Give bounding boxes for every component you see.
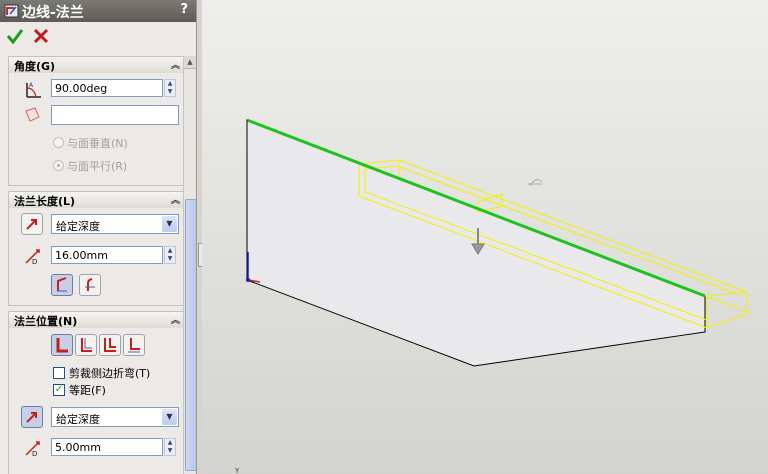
scroll-up-arrow-icon[interactable]: ▲ [184,56,196,69]
reverse-direction-button[interactable] [21,213,43,235]
offset-reverse-direction-button[interactable] [21,406,43,428]
flange-position-header[interactable]: 法兰位置(N) ︽ [9,312,183,328]
outer-virtual-sharp-button[interactable] [51,274,73,296]
inner-virtual-sharp-button[interactable] [79,274,101,296]
svg-text:D: D [32,450,37,458]
offset-end-condition-select[interactable]: 给定深度 ▼ [51,407,179,427]
collapse-icon[interactable]: ︽ [171,58,180,71]
angle-spinner[interactable]: ▲ ▼ [164,79,176,97]
parallel-radio[interactable] [53,160,64,171]
length-dimension-icon: D [25,249,40,266]
pm-title: 边线-法兰 [22,5,84,21]
angle-group-header[interactable]: 角度(G) ︽ [9,57,183,73]
model-view[interactable]: Y [202,0,768,474]
angle-group: 角度(G) ︽ A 90.00deg ▲ ▼ 与面垂直(N) 与面平行(R) [8,56,184,186]
collapse-icon[interactable]: ︽ [171,193,180,206]
graphics-viewport[interactable]: Y [202,0,768,474]
length-spinner[interactable]: ▲ ▼ [164,246,176,264]
angle-input[interactable]: 90.00deg [51,79,163,97]
inner-virtual-sharp-icon [85,278,95,291]
perpendicular-radio[interactable] [53,137,64,148]
reference-face-field[interactable] [51,105,179,125]
offset-end-condition-value: 给定深度 [56,413,100,426]
position-virtual-sharp-button[interactable] [123,334,145,356]
pm-title-bar: 边线-法兰 ? [0,0,196,22]
offset-checkbox[interactable]: ✓ [53,384,65,396]
length-input[interactable]: 16.00mm [51,246,163,264]
dropdown-arrow-icon[interactable]: ▼ [162,216,177,232]
outer-virtual-sharp-icon [57,277,67,292]
offset-distance-spinner[interactable]: ▲ ▼ [164,438,176,456]
edge-flange-icon [4,4,19,18]
parallel-label: 与面平行(R) [67,160,128,173]
trim-side-bends-checkbox[interactable] [53,367,65,379]
trim-side-bends-label: 剪裁侧边折弯(T) [69,367,151,380]
bend-outside-icon [104,338,116,352]
cancel-button[interactable] [32,27,50,45]
material-outside-icon [81,338,92,352]
offset-label: 等距(F) [69,384,106,397]
angle-group-title: 角度(G) [14,60,56,73]
axis-y-label: Y [234,467,240,474]
reverse-direction-icon [26,219,37,230]
length-end-condition-select[interactable]: 给定深度 ▼ [51,214,179,234]
offset-distance-icon: D [25,441,40,458]
flange-length-title: 法兰长度(L) [14,195,76,208]
pm-scrollbar[interactable]: ▲ [183,56,196,474]
offset-distance-input[interactable]: 5.00mm [51,438,163,456]
scrollbar-thumb[interactable] [185,199,196,471]
material-inside-icon [56,338,68,353]
reverse-direction-icon [26,412,37,423]
flange-length-group: 法兰长度(L) ︽ 给定深度 ▼ D 16.00mm ▲ ▼ [8,191,184,306]
svg-text:A: A [29,82,34,89]
ok-button[interactable] [6,27,24,45]
svg-text:D: D [32,258,37,266]
position-material-inside-button[interactable] [51,334,73,356]
collapse-icon[interactable]: ︽ [171,313,180,326]
help-button[interactable]: ? [180,2,188,17]
perpendicular-label: 与面垂直(N) [67,137,128,150]
flange-position-title: 法兰位置(N) [14,315,78,328]
dropdown-arrow-icon[interactable]: ▼ [162,409,177,425]
position-material-outside-button[interactable] [75,334,97,356]
length-end-condition-value: 给定深度 [56,220,100,233]
position-bend-outside-button[interactable] [99,334,121,356]
virtual-sharp-position-icon [128,338,140,353]
flange-position-group: 法兰位置(N) ︽ 剪裁侧边折弯(T) ✓ 等距(F) 给定深度 ▼ D 5.0… [8,311,184,474]
angle-icon: A [26,82,41,98]
face-reference-icon [25,107,40,122]
flange-length-header[interactable]: 法兰长度(L) ︽ [9,192,183,208]
property-manager: 边线-法兰 ? 角度(G) ︽ A 90.00deg ▲ ▼ 与面垂直(N) 与面… [0,0,197,474]
